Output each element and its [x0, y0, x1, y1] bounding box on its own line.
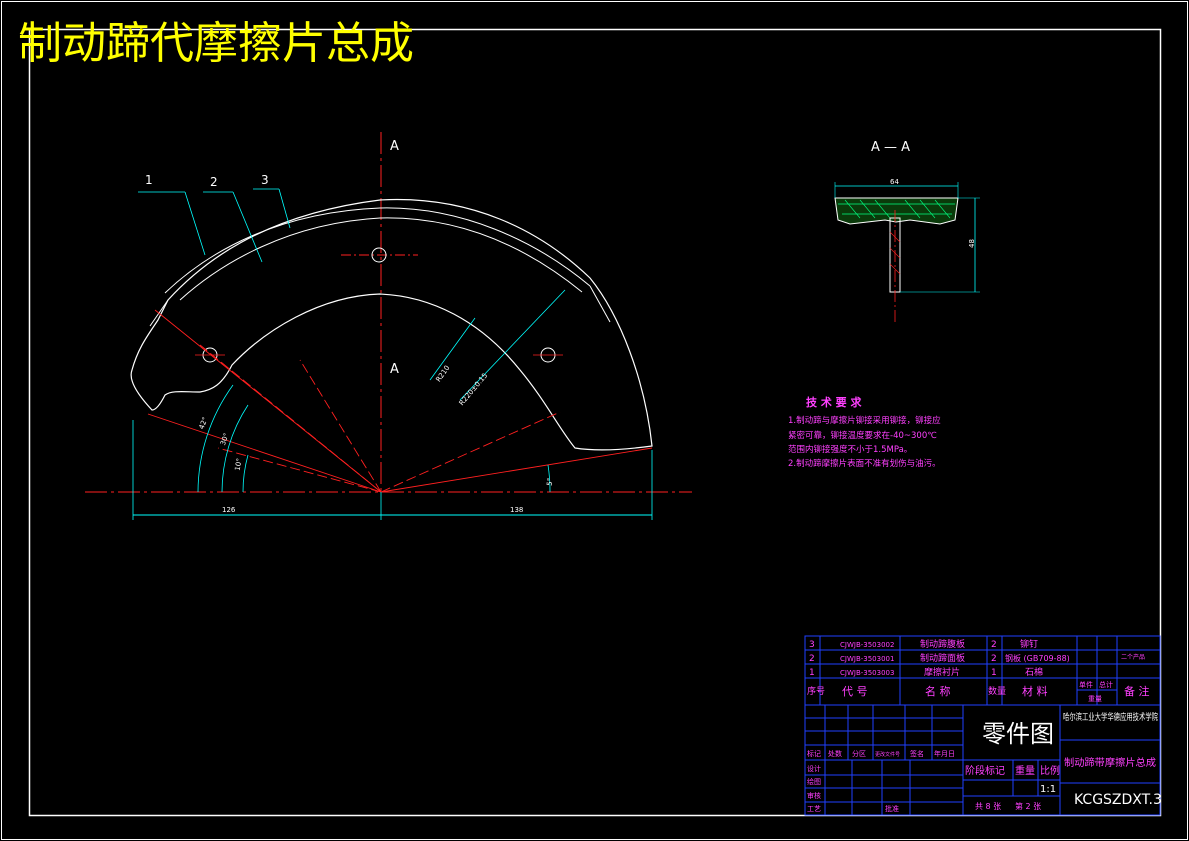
section-flange — [834, 197, 959, 225]
svg-text:名 称: 名 称 — [925, 684, 951, 698]
dim-angle-5: 5° — [546, 478, 555, 487]
svg-text:材 料: 材 料 — [1022, 684, 1048, 698]
shoe-outline — [130, 198, 653, 451]
tech-req-line-2: 紧密可靠，铆接温度要求在-40~300℃ — [788, 430, 937, 441]
svg-text:批准: 批准 — [885, 804, 899, 813]
svg-text:标记: 标记 — [807, 749, 821, 758]
svg-text:石棉: 石棉 — [1025, 666, 1043, 678]
svg-text:绘图: 绘图 — [807, 777, 821, 786]
svg-text:年月日: 年月日 — [934, 749, 955, 758]
svg-text:铆钉: 铆钉 — [1020, 638, 1038, 650]
tech-req-line-4: 2.制动蹄摩擦片表面不准有划伤与油污。 — [788, 458, 941, 469]
dim-section-width: 64 — [890, 178, 899, 186]
svg-text:1: 1 — [991, 668, 997, 678]
svg-text:共 8 张: 共 8 张 — [975, 802, 1001, 811]
svg-text:2: 2 — [809, 654, 815, 664]
svg-text:3: 3 — [809, 640, 815, 650]
svg-text:二个产品: 二个产品 — [1121, 653, 1145, 661]
svg-text:第 2 张: 第 2 张 — [1015, 801, 1041, 811]
svg-text:审核: 审核 — [807, 791, 821, 800]
svg-text:数量: 数量 — [988, 685, 1006, 697]
svg-text:设计: 设计 — [807, 764, 821, 773]
svg-text:CJWJB-3503003: CJWJB-3503003 — [840, 669, 894, 677]
svg-text:单件: 单件 — [1079, 680, 1093, 689]
dim-angle-10: 10° — [234, 458, 244, 472]
svg-text:代 号: 代 号 — [842, 685, 868, 698]
svg-text:钢板 (GB709-88): 钢板 (GB709-88) — [1005, 653, 1070, 663]
dim-arc-radius: R220±0.15 — [458, 372, 490, 408]
svg-text:总计: 总计 — [1099, 680, 1113, 689]
tech-req-line-1: 1.制动蹄与摩擦片铆接采用铆接，铆接应 — [788, 415, 941, 426]
parts-list: 3 CJWJB-3503002 制动蹄腹板 2 铆钉 2 CJWJB-35030… — [807, 638, 1150, 703]
svg-text:序号: 序号 — [807, 685, 825, 697]
part-name: 制动蹄带摩擦片总成 — [1064, 756, 1156, 769]
outer-border — [1, 1, 1188, 840]
svg-text:重量: 重量 — [1088, 695, 1102, 703]
dim-angle-42: 42° — [198, 416, 210, 430]
svg-text:摩擦衬片: 摩擦衬片 — [924, 666, 960, 678]
drawing-title: 制动蹄代摩擦片总成 — [18, 18, 414, 69]
engineering-drawing: 制动蹄代摩擦片总成 A A 126 138 42° 30° 10° 5° R21… — [1, 1, 1188, 840]
svg-text:备 注: 备 注 — [1124, 684, 1150, 698]
part-number-3: 3 — [261, 173, 269, 187]
svg-text:比例: 比例 — [1040, 764, 1060, 777]
svg-text:更改文件号: 更改文件号 — [875, 751, 900, 758]
section-view-title: A — A — [871, 140, 910, 155]
svg-text:1: 1 — [809, 668, 815, 678]
svg-text:CJWJB-3503001: CJWJB-3503001 — [840, 655, 894, 663]
svg-text:处数: 处数 — [828, 749, 842, 758]
svg-text:2: 2 — [991, 654, 997, 664]
section-mark-bottom: A — [390, 362, 399, 377]
drawing-number: KCGSZDXT.3 — [1074, 792, 1162, 808]
section-view: A — A 64 48 — [834, 140, 980, 325]
svg-text:工艺: 工艺 — [807, 805, 821, 813]
svg-text:1:1: 1:1 — [1040, 784, 1056, 795]
part-number-1: 1 — [145, 173, 153, 187]
tech-req-line-3: 范围内铆接强度不小于1.5MPa。 — [788, 444, 912, 455]
svg-text:制动蹄腹板: 制动蹄腹板 — [920, 638, 965, 650]
technical-requirements: 技 术 要 求 1.制动蹄与摩擦片铆接采用铆接，铆接应 紧密可靠，铆接温度要求在… — [788, 395, 941, 469]
svg-text:2: 2 — [991, 640, 997, 650]
tech-req-heading: 技 术 要 求 — [806, 395, 862, 409]
section-mark-top: A — [390, 139, 399, 154]
dim-section-height: 48 — [968, 239, 976, 248]
svg-text:分区: 分区 — [852, 749, 866, 758]
drawing-type: 零件图 — [982, 720, 1054, 748]
school-name: 哈尔滨工业大学华德应用技术学院 — [1063, 711, 1158, 723]
part-number-2: 2 — [210, 175, 218, 189]
title-block-text: 零件图 哈尔滨工业大学华德应用技术学院 制动蹄带摩擦片总成 KCGSZDXT.3… — [807, 711, 1162, 813]
dim-left-width: 126 — [222, 506, 236, 514]
svg-text:阶段标记: 阶段标记 — [965, 764, 1005, 777]
main-view: A A 126 138 42° 30° 10° 5° R210 R220±0.1… — [85, 132, 692, 520]
svg-text:CJWJB-3503002: CJWJB-3503002 — [840, 641, 894, 649]
dim-right-width: 138 — [510, 506, 523, 514]
svg-text:重量: 重量 — [1015, 764, 1035, 777]
dim-radius: R210 — [434, 364, 451, 384]
svg-text:签名: 签名 — [910, 749, 924, 758]
svg-text:制动蹄面板: 制动蹄面板 — [920, 652, 965, 664]
